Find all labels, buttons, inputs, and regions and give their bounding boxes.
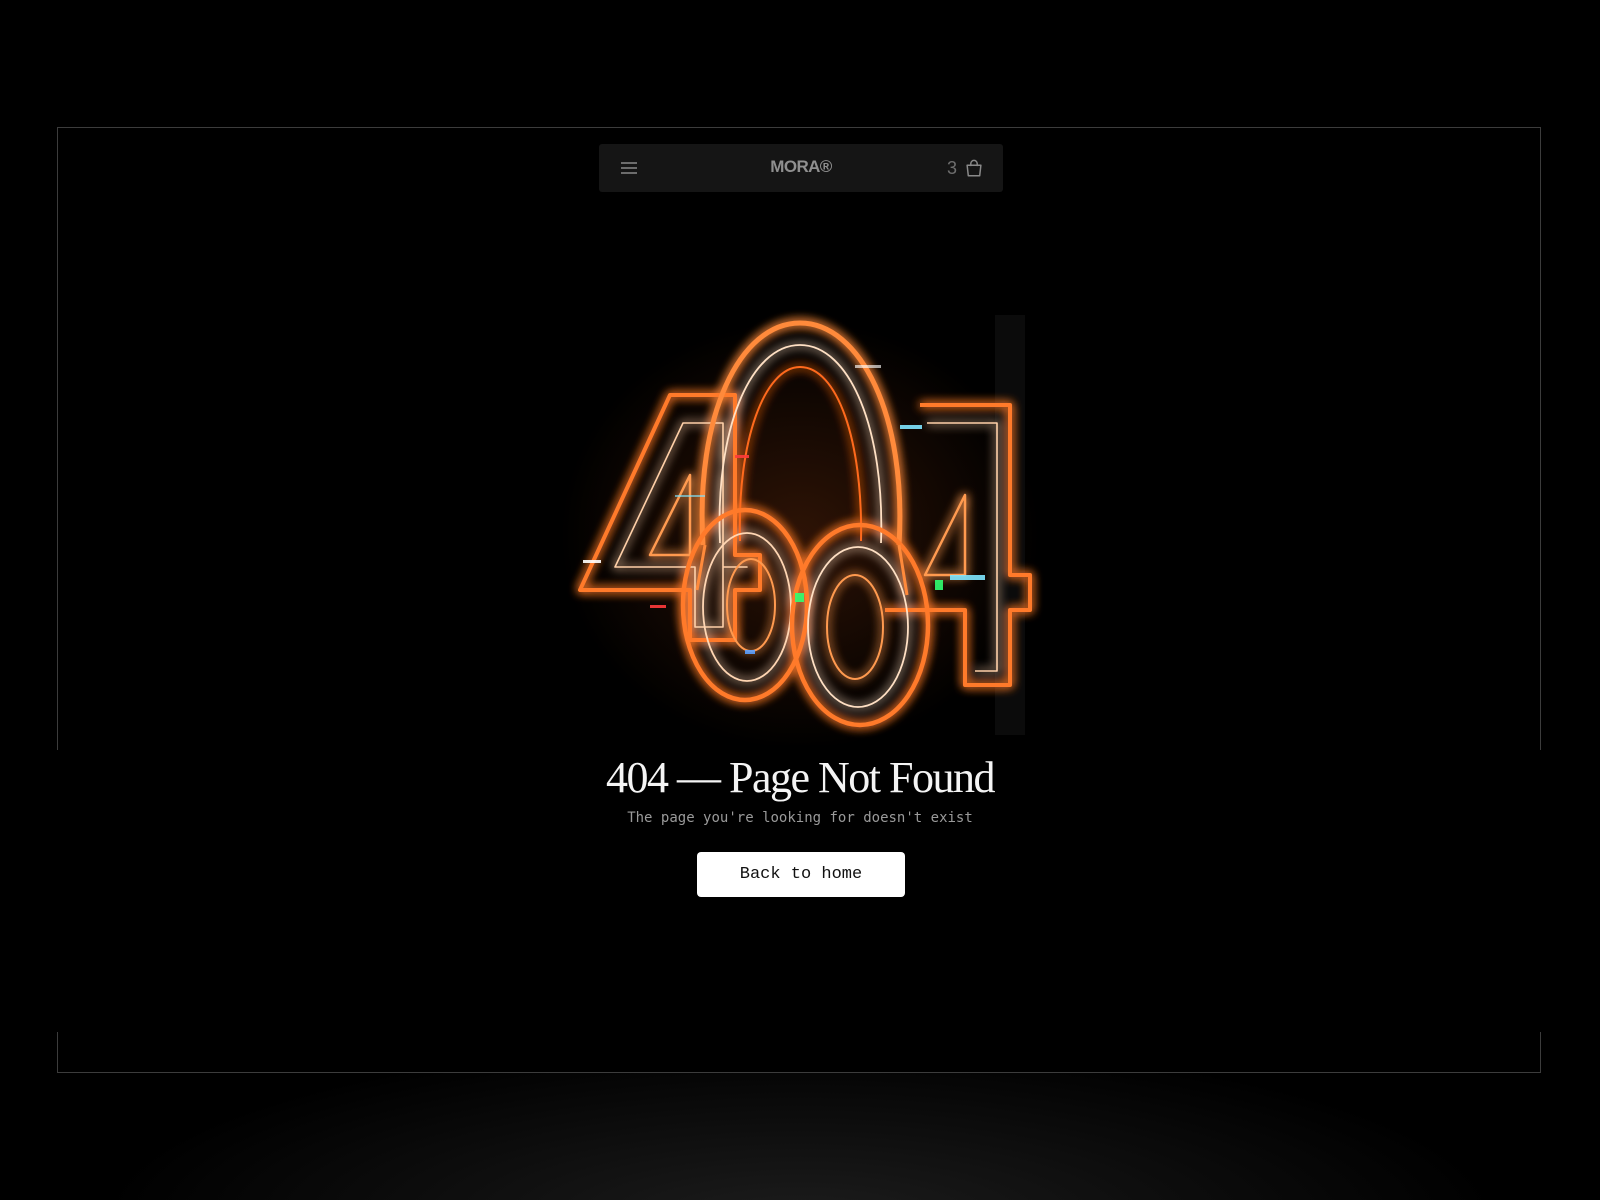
top-navbar: MORA® 3 [599, 144, 1003, 192]
page-title: 404 — Page Not Found [606, 753, 996, 802]
brand-logo[interactable]: MORA® [599, 157, 1003, 177]
error-message: The page you're looking for doesn't exis… [627, 810, 973, 826]
shopping-bag-icon [966, 159, 982, 177]
cart-count: 3 [946, 157, 957, 178]
neon-headphones-icon [555, 305, 1045, 745]
page: MORA® 3 404 — Page Not Found The page yo… [0, 0, 1600, 1200]
neon-404-illustration [555, 305, 1045, 745]
cart-button[interactable]: 3 [947, 156, 985, 180]
back-to-home-button[interactable]: Back to home [697, 852, 905, 897]
